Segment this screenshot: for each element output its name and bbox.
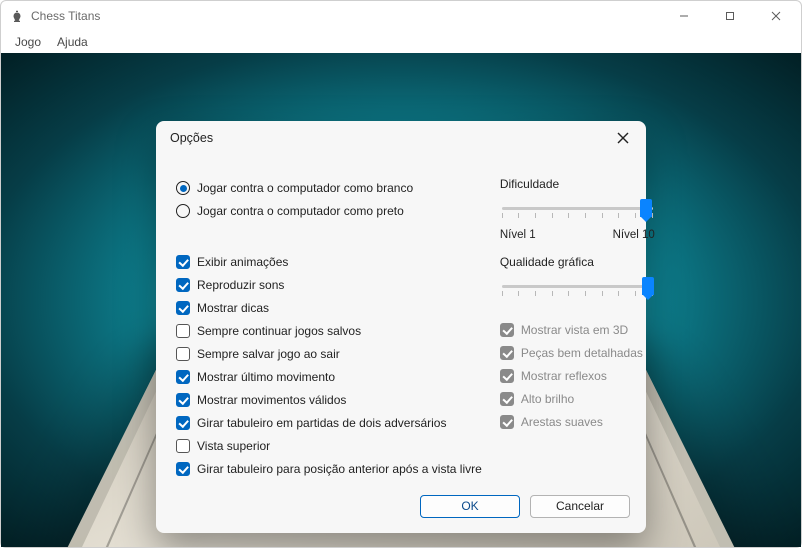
check-always-save[interactable]: Sempre salvar jogo ao sair [176, 343, 482, 365]
check-play-sounds[interactable]: Reproduzir sons [176, 274, 482, 296]
check-top-view[interactable]: Vista superior [176, 435, 482, 457]
options-left-column: Jogar contra o computador como branco Jo… [176, 177, 482, 489]
checkbox-label: Girar tabuleiro em partidas de dois adve… [197, 416, 446, 430]
checkbox-label: Mostrar último movimento [197, 370, 335, 384]
checkbox-label: Alto brilho [521, 392, 574, 406]
checkbox-icon [176, 393, 190, 407]
checkbox-label: Mostrar dicas [197, 301, 269, 315]
dialog-title: Opções [170, 131, 610, 145]
checkbox-icon [176, 439, 190, 453]
check-high-brightness: Alto brilho [500, 388, 655, 410]
close-window-button[interactable] [753, 1, 799, 31]
checkbox-label: Sempre continuar jogos salvos [197, 324, 361, 338]
checkbox-icon [176, 462, 190, 476]
checkbox-label: Girar tabuleiro para posição anterior ap… [197, 462, 482, 476]
checkbox-icon [176, 255, 190, 269]
check-show-tips[interactable]: Mostrar dicas [176, 297, 482, 319]
checkbox-icon [500, 369, 514, 383]
app-window: Chess Titans Jogo Ajuda Opções [0, 0, 802, 548]
checkbox-label: Mostrar movimentos válidos [197, 393, 346, 407]
slider-thumb-icon [640, 199, 652, 217]
radio-play-white[interactable]: Jogar contra o computador como branco [176, 177, 482, 199]
minimize-button[interactable] [661, 1, 707, 31]
checkbox-icon [500, 346, 514, 360]
checkbox-label: Mostrar vista em 3D [521, 323, 628, 337]
check-show-animations[interactable]: Exibir animações [176, 251, 482, 273]
checkbox-icon [500, 392, 514, 406]
checkbox-icon [176, 301, 190, 315]
check-show-valid-moves[interactable]: Mostrar movimentos válidos [176, 389, 482, 411]
checkbox-label: Mostrar reflexos [521, 369, 607, 383]
slider-thumb-icon [642, 277, 654, 295]
checkbox-label: Sempre salvar jogo ao sair [197, 347, 340, 361]
options-dialog: Opções Jogar contra o computador como br… [156, 121, 646, 533]
difficulty-range: Nível 1 Nível 10 [500, 229, 655, 241]
check-always-continue[interactable]: Sempre continuar jogos salvos [176, 320, 482, 342]
window-title: Chess Titans [31, 9, 661, 23]
checkbox-label: Peças bem detalhadas [521, 346, 643, 360]
dialog-close-button[interactable] [610, 125, 636, 151]
checkbox-label: Reproduzir sons [197, 278, 284, 292]
checkbox-label: Exibir animações [197, 255, 288, 269]
menu-game[interactable]: Jogo [7, 33, 49, 51]
checkbox-icon [500, 415, 514, 429]
difficulty-slider[interactable] [500, 199, 655, 227]
dialog-header: Opções [156, 121, 646, 155]
quality-slider[interactable] [500, 277, 655, 305]
checkbox-icon [176, 347, 190, 361]
client-area: Opções Jogar contra o computador como br… [1, 53, 801, 547]
cancel-button[interactable]: Cancelar [530, 495, 630, 518]
check-show-3d: Mostrar vista em 3D [500, 319, 655, 341]
dialog-body: Jogar contra o computador como branco Jo… [156, 155, 646, 489]
app-icon [9, 8, 25, 24]
checkbox-icon [176, 416, 190, 430]
radio-play-black[interactable]: Jogar contra o computador como preto [176, 200, 482, 222]
difficulty-label: Dificuldade [500, 177, 655, 191]
checkbox-icon [176, 370, 190, 384]
difficulty-min: Nível 1 [500, 229, 536, 241]
options-right-column: Dificuldade Nível 1 Nível 10 Qualidade g… [500, 177, 655, 489]
checkbox-icon [500, 323, 514, 337]
dialog-footer: OK Cancelar [156, 489, 646, 533]
radio-icon [176, 181, 190, 195]
check-rotate-two-players[interactable]: Girar tabuleiro em partidas de dois adve… [176, 412, 482, 434]
radio-icon [176, 204, 190, 218]
quality-label: Qualidade gráfica [500, 255, 655, 269]
checkbox-icon [176, 278, 190, 292]
check-smooth-edges: Arestas suaves [500, 411, 655, 433]
check-detailed-pieces: Peças bem detalhadas [500, 342, 655, 364]
ok-button[interactable]: OK [420, 495, 520, 518]
titlebar: Chess Titans [1, 1, 801, 31]
maximize-button[interactable] [707, 1, 753, 31]
check-rotate-back[interactable]: Girar tabuleiro para posição anterior ap… [176, 458, 482, 480]
radio-label: Jogar contra o computador como branco [197, 181, 413, 195]
check-show-last-move[interactable]: Mostrar último movimento [176, 366, 482, 388]
checkbox-icon [176, 324, 190, 338]
radio-label: Jogar contra o computador como preto [197, 204, 404, 218]
difficulty-max: Nível 10 [613, 229, 655, 241]
menubar: Jogo Ajuda [1, 31, 801, 53]
checkbox-label: Arestas suaves [521, 415, 603, 429]
check-reflections: Mostrar reflexos [500, 365, 655, 387]
menu-help[interactable]: Ajuda [49, 33, 96, 51]
checkbox-label: Vista superior [197, 439, 270, 453]
